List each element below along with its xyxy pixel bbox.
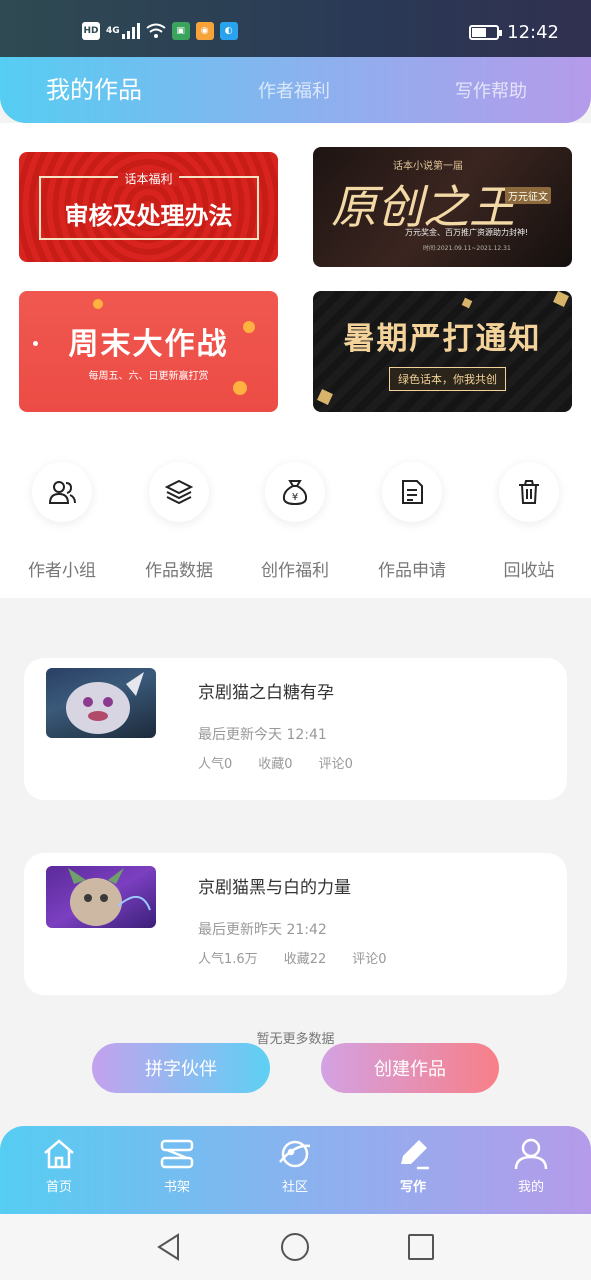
works-application-button[interactable] — [382, 462, 442, 522]
author-group-label: 作者小组 — [28, 561, 96, 581]
sparkle-icon — [233, 381, 247, 395]
no-more-data-text: 暂无更多数据 — [256, 1032, 335, 1047]
tab-my-works[interactable]: 我的作品 — [46, 70, 142, 105]
layers-icon — [164, 479, 194, 505]
nav-profile-label: 我的 — [517, 1180, 544, 1195]
sparkle-icon — [93, 299, 103, 309]
nav-home-label: 首页 — [45, 1180, 72, 1195]
battery-icon — [469, 25, 503, 40]
creation-benefits-label: 创作福利 — [261, 561, 329, 581]
status-right: 12:42 — [469, 22, 559, 43]
banner-original-small: 话本小说第一届 — [393, 161, 463, 172]
hd-badge: HD — [82, 22, 100, 40]
gold-flake-icon — [461, 297, 473, 309]
svg-text:¥: ¥ — [292, 492, 298, 503]
clock: 12:42 — [507, 22, 559, 43]
planet-icon — [279, 1140, 311, 1168]
banner-summer-notice[interactable]: 暑期严打通知 绿色话本，你我共创 — [313, 291, 572, 412]
user-icon — [514, 1138, 548, 1170]
banner-weekend-small: 每周五、六、日更新赢打赏 — [88, 371, 209, 382]
banner-original-tag: 万元征文 — [505, 187, 551, 204]
home-icon — [44, 1139, 74, 1169]
banner-original-king[interactable]: 话本小说第一届 原创之王 万元征文 万元奖金、百万推广资源助力封神! 时间:20… — [313, 147, 572, 267]
recycle-bin-button[interactable] — [499, 462, 559, 522]
banner-weekend-battle[interactable]: 周末大作战 每周五、六、日更新赢打赏 — [19, 291, 278, 412]
status-icons: HD 4G ▣ ◉ ◐ — [82, 22, 238, 40]
signal-icon — [121, 23, 140, 39]
pen-icon — [401, 1140, 429, 1170]
author-group-button[interactable] — [32, 462, 92, 522]
works-data-button[interactable] — [149, 462, 209, 522]
banner-original-line1: 万元奖金、百万推广资源助力封神! — [405, 228, 529, 237]
work-card[interactable]: 京剧猫黑与白的力量 最后更新昨天 21:42 人气1.6万 收藏22 评论0 — [24, 853, 567, 995]
work-stats: 人气0 收藏0 评论0 — [198, 753, 353, 772]
banner-summer-pill: 绿色话本，你我共创 — [389, 367, 506, 391]
work-updated: 最后更新今天 12:41 — [198, 727, 327, 743]
partner-button[interactable]: 拼字伙伴 — [92, 1043, 270, 1093]
nav-write[interactable]: 写作 — [368, 1136, 458, 1195]
nav-bookshelf-label: 书架 — [163, 1180, 190, 1195]
home-circle-icon[interactable] — [280, 1232, 310, 1262]
people-icon — [48, 481, 76, 504]
tab-author-benefits[interactable]: 作者福利 — [258, 77, 330, 103]
work-card[interactable]: 京剧猫之白糖有孕 最后更新今天 12:41 人气0 收藏0 评论0 — [24, 658, 567, 800]
nav-community[interactable]: 社区 — [250, 1136, 340, 1195]
android-icon: ▣ — [171, 22, 190, 40]
gold-flake-icon — [553, 291, 569, 307]
recycle-bin-label: 回收站 — [503, 561, 555, 581]
wifi-icon — [146, 23, 166, 38]
works-application-label: 作品申请 — [378, 561, 446, 581]
nav-bookshelf[interactable]: 书架 — [132, 1136, 222, 1195]
nav-profile[interactable]: 我的 — [486, 1136, 576, 1195]
nav-home[interactable]: 首页 — [14, 1136, 104, 1195]
banner-original-line2: 时间:2021.09.11~2021.12.31 — [423, 245, 511, 252]
money-bag-icon: ¥ — [282, 480, 308, 506]
bulb-icon: ◐ — [219, 22, 238, 40]
nav-community-label: 社区 — [281, 1180, 308, 1195]
work-favorites: 收藏0 — [258, 757, 293, 772]
back-icon[interactable] — [154, 1232, 184, 1262]
work-comments: 评论0 — [352, 952, 387, 967]
work-updated: 最后更新昨天 21:42 — [198, 922, 327, 938]
work-favorites: 收藏22 — [283, 952, 327, 967]
work-comments: 评论0 — [318, 757, 353, 772]
creation-benefits-button[interactable]: ¥ — [265, 462, 325, 522]
banner-review-big: 审核及处理办法 — [64, 202, 233, 230]
recents-icon[interactable] — [406, 1232, 436, 1262]
trash-icon — [519, 480, 539, 504]
work-title: 京剧猫黑与白的力量 — [198, 878, 351, 898]
app-notification-icon: ◉ — [195, 22, 214, 40]
banner-weekend-big: 周末大作战 — [68, 327, 229, 362]
create-work-button[interactable]: 创建作品 — [321, 1043, 499, 1093]
bookshelf-icon — [160, 1139, 194, 1169]
nav-write-label: 写作 — [399, 1180, 426, 1195]
system-nav-bar — [0, 1214, 591, 1280]
status-bar: HD 4G ▣ ◉ ◐ 12:42 — [0, 0, 591, 57]
banner-summer-big: 暑期严打通知 — [343, 321, 542, 357]
document-icon — [402, 480, 423, 504]
work-cover — [46, 866, 156, 928]
gold-flake-icon — [317, 389, 333, 405]
bottom-nav: 首页 书架 社区 写作 我的 — [0, 1126, 591, 1214]
work-cover — [46, 668, 156, 738]
work-popularity: 人气1.6万 — [198, 952, 258, 967]
work-stats: 人气1.6万 收藏22 评论0 — [198, 948, 387, 967]
work-title: 京剧猫之白糖有孕 — [198, 683, 334, 703]
banner-review-policy[interactable]: 话本福利 审核及处理办法 — [19, 152, 278, 262]
works-data-label: 作品数据 — [145, 561, 213, 581]
network-label: 4G — [106, 26, 120, 36]
tab-writing-help[interactable]: 写作帮助 — [455, 77, 527, 103]
work-popularity: 人气0 — [198, 757, 233, 772]
banner-review-small: 话本福利 — [118, 172, 179, 186]
top-tab-bar: 我的作品 作者福利 写作帮助 — [0, 57, 591, 123]
